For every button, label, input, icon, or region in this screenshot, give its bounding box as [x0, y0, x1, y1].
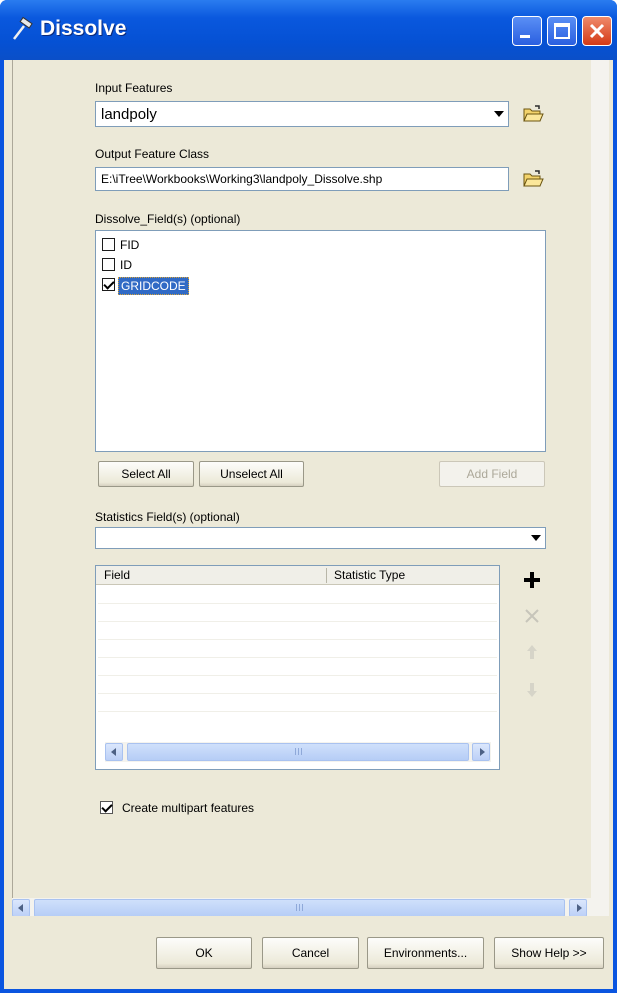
grip-icon: [301, 748, 302, 755]
dissolve-dialog: Dissolve Input Features landpoly Output …: [0, 0, 617, 993]
column-header-statistic-type[interactable]: Statistic Type: [334, 568, 405, 582]
parameters-panel: Input Features landpoly Output Feature C…: [12, 60, 591, 898]
grip-icon: [296, 904, 297, 911]
statistics-table: Field Statistic Type: [95, 565, 500, 770]
move-up-icon[interactable]: [519, 639, 545, 665]
checkbox-checked[interactable]: [102, 278, 115, 291]
scroll-left-icon[interactable]: [105, 743, 123, 761]
table-row: [98, 693, 497, 694]
table-row: [98, 675, 497, 676]
input-features-combo[interactable]: landpoly: [95, 101, 509, 127]
input-features-label: Input Features: [95, 81, 173, 95]
button-bar: OK Cancel Environments... Show Help >>: [4, 916, 613, 989]
statistics-fields-label: Statistics Field(s) (optional): [95, 510, 240, 524]
statistics-field-combo[interactable]: [95, 527, 546, 549]
output-feature-class-label: Output Feature Class: [95, 147, 210, 161]
cancel-button[interactable]: Cancel: [262, 937, 359, 969]
add-field-button[interactable]: Add Field: [439, 461, 545, 487]
create-multipart-label: Create multipart features: [122, 801, 255, 815]
minimize-button[interactable]: [512, 16, 542, 46]
table-row: [98, 711, 497, 712]
close-icon: [589, 23, 605, 39]
select-all-button[interactable]: Select All: [98, 461, 194, 487]
ok-button[interactable]: OK: [156, 937, 252, 969]
scroll-left-icon[interactable]: [12, 899, 30, 917]
create-multipart-checkbox[interactable]: [100, 801, 113, 814]
maximize-icon: [554, 23, 570, 39]
panel-vertical-scrollbar[interactable]: [591, 60, 609, 898]
grip-icon: [298, 748, 299, 755]
checkbox[interactable]: [102, 258, 115, 271]
table-row: [98, 657, 497, 658]
dissolve-field-label: ID: [120, 258, 132, 272]
move-down-icon[interactable]: [519, 677, 545, 703]
window-title: Dissolve: [40, 17, 127, 40]
dissolve-fields-list: FID ID GRIDCODE: [95, 230, 546, 452]
grip-icon: [299, 904, 300, 911]
table-row: [98, 621, 497, 622]
title-bar[interactable]: Dissolve: [0, 0, 617, 60]
output-feature-class-field[interactable]: E:\iTree\Workbooks\Working3\landpoly_Dis…: [95, 167, 509, 191]
minimize-icon: [520, 35, 530, 38]
maximize-button[interactable]: [547, 16, 577, 46]
add-icon[interactable]: [519, 567, 545, 593]
chevron-down-icon: [531, 535, 541, 541]
checkbox[interactable]: [102, 238, 115, 251]
environments-button[interactable]: Environments...: [367, 937, 484, 969]
scroll-up-icon[interactable]: [591, 60, 609, 78]
panel-horizontal-scrollbar[interactable]: [12, 898, 609, 918]
input-features-value: landpoly: [101, 106, 157, 123]
dissolve-field-label: GRIDCODE: [118, 277, 189, 295]
show-help-button[interactable]: Show Help >>: [494, 937, 604, 969]
delete-icon[interactable]: [519, 603, 545, 629]
dissolve-field-label: FID: [120, 238, 140, 252]
output-feature-class-value: E:\iTree\Workbooks\Working3\landpoly_Dis…: [101, 172, 383, 186]
table-row: [98, 603, 497, 604]
scroll-right-icon[interactable]: [569, 899, 587, 917]
scroll-right-icon[interactable]: [472, 743, 490, 761]
open-folder-icon[interactable]: [521, 103, 545, 125]
table-horizontal-scrollbar[interactable]: [105, 742, 491, 762]
chevron-down-icon: [494, 111, 504, 117]
close-button[interactable]: [582, 16, 612, 46]
hammer-icon: [13, 16, 33, 40]
table-header: Field Statistic Type: [96, 566, 499, 585]
column-separator: [326, 568, 327, 583]
dialog-client: Input Features landpoly Output Feature C…: [4, 60, 613, 989]
table-row: [98, 639, 497, 640]
dissolve-fields-label: Dissolve_Field(s) (optional): [95, 212, 241, 226]
open-folder-icon[interactable]: [521, 168, 545, 190]
grip-icon: [302, 904, 303, 911]
column-header-field[interactable]: Field: [104, 568, 130, 582]
grip-icon: [295, 748, 296, 755]
unselect-all-button[interactable]: Unselect All: [199, 461, 304, 487]
